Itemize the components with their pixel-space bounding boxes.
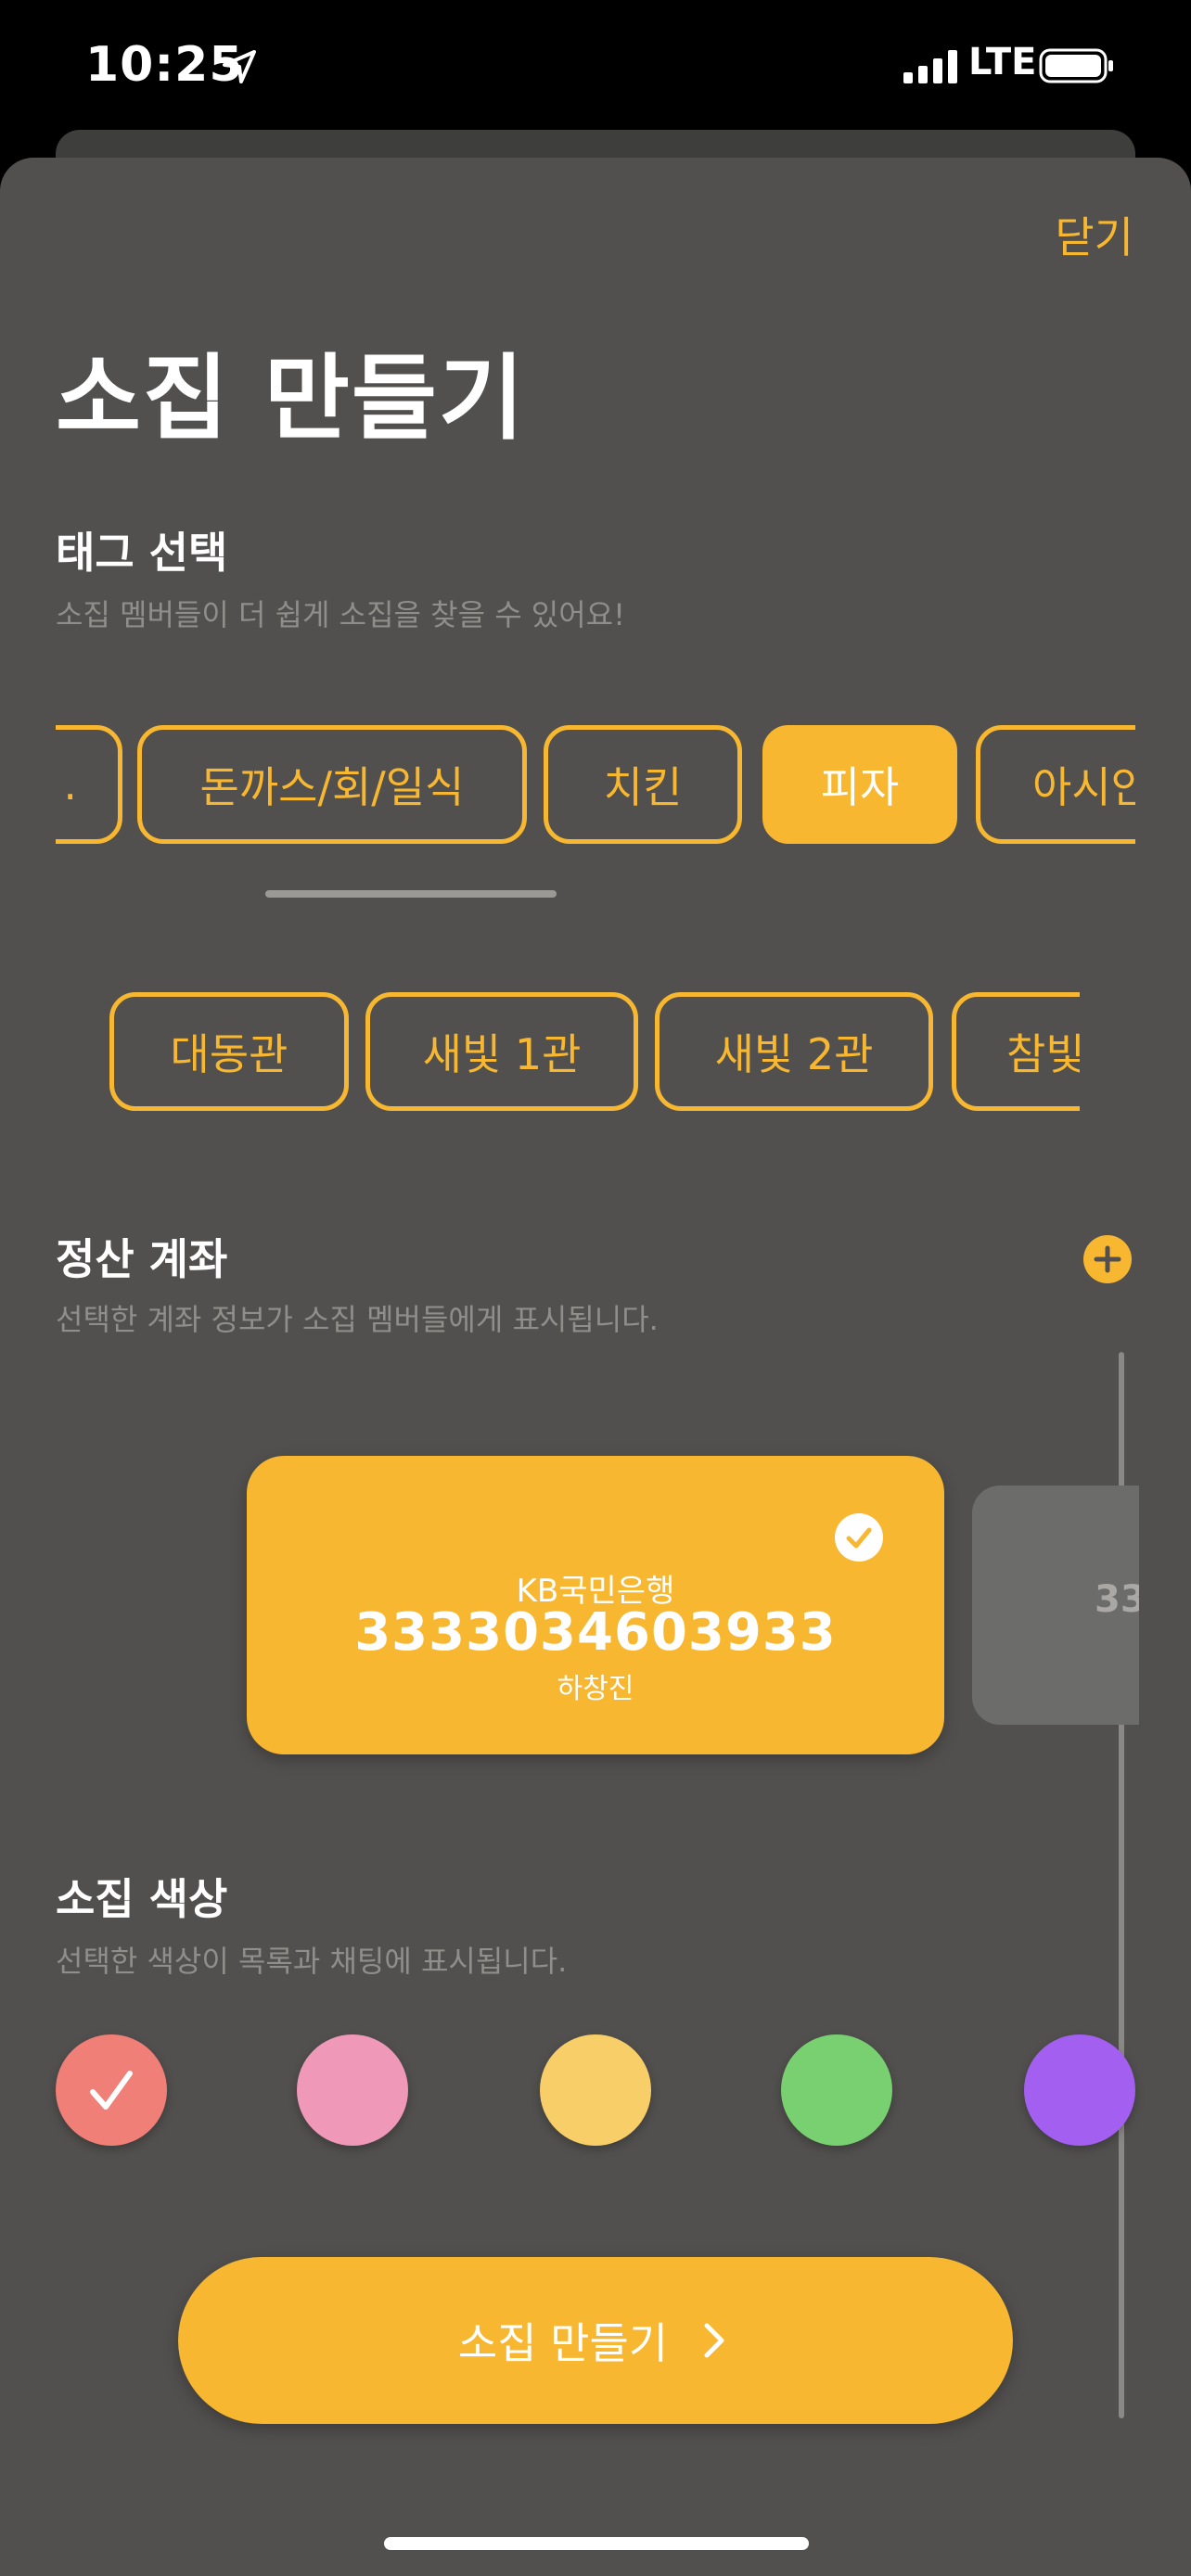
place-tag-row[interactable]: 대동관 새빛 1관 새빛 2관 참빛관 bbox=[109, 992, 1080, 1111]
status-bar: 10:25 LTE bbox=[0, 0, 1191, 130]
color-swatch-selected[interactable] bbox=[56, 2034, 167, 2146]
check-icon bbox=[90, 2071, 133, 2110]
location-arrow-icon bbox=[223, 50, 256, 83]
color-swatch[interactable] bbox=[540, 2034, 651, 2146]
tag-chip[interactable]: 새빛 1관 bbox=[365, 992, 638, 1111]
food-tag-row[interactable]: . 돈까스/회/일식 치킨 피자 아시안 bbox=[56, 725, 1135, 844]
account-holder: 하창진 bbox=[557, 1673, 634, 1705]
tag-section-subtitle: 소집 멤버들이 더 쉽게 소집을 찾을 수 있어요! bbox=[56, 597, 625, 632]
account-card[interactable]: 33 bbox=[972, 1486, 1139, 1725]
horizontal-scroll-indicator bbox=[265, 890, 557, 898]
tag-section-title: 태그 선택 bbox=[56, 528, 228, 578]
plus-icon bbox=[1094, 1245, 1121, 1273]
color-swatch[interactable] bbox=[1024, 2034, 1135, 2146]
create-button-label: 소집 만들기 bbox=[457, 2318, 669, 2368]
tag-chip[interactable]: 돈까스/회/일식 bbox=[137, 725, 527, 844]
account-section-subtitle: 선택한 계좌 정보가 소집 멤버들에게 표시됩니다. bbox=[56, 1302, 659, 1337]
create-sheet: 닫기 소집 만들기 태그 선택 소집 멤버들이 더 쉽게 소집을 찾을 수 있어… bbox=[0, 158, 1191, 2576]
account-section-title: 정산 계좌 bbox=[56, 1234, 228, 1284]
tag-chip[interactable]: 아시안 bbox=[976, 725, 1135, 844]
signal-icon bbox=[903, 50, 957, 83]
color-section-subtitle: 선택한 색상이 목록과 채팅에 표시됩니다. bbox=[56, 1944, 568, 1979]
chevron-right-icon bbox=[704, 2323, 724, 2358]
tag-chip[interactable]: 치킨 bbox=[544, 725, 742, 844]
network-type: LTE bbox=[968, 41, 1037, 83]
color-section-title: 소집 색상 bbox=[56, 1874, 228, 1924]
tag-chip[interactable]: 참빛관 bbox=[952, 992, 1080, 1111]
tag-chip[interactable]: 새빛 2관 bbox=[655, 992, 933, 1111]
tag-chip[interactable]: . bbox=[56, 725, 122, 844]
page-title: 소집 만들기 bbox=[56, 344, 526, 453]
close-button[interactable]: 닫기 bbox=[1055, 204, 1133, 265]
tag-chip[interactable]: 대동관 bbox=[109, 992, 349, 1111]
add-account-button[interactable] bbox=[1083, 1235, 1132, 1283]
account-number: 33 bbox=[1095, 1578, 1139, 1621]
home-indicator[interactable] bbox=[384, 2537, 809, 2550]
account-card-selected[interactable]: KB국민은행 3333034603933 하창진 bbox=[247, 1456, 944, 1754]
battery-icon bbox=[1039, 48, 1113, 83]
check-icon bbox=[835, 1513, 883, 1562]
color-swatch[interactable] bbox=[297, 2034, 408, 2146]
create-button[interactable]: 소집 만들기 bbox=[178, 2257, 1013, 2424]
tag-chip-selected[interactable]: 피자 bbox=[762, 725, 957, 844]
account-number: 3333034603933 bbox=[354, 1602, 837, 1663]
color-swatch[interactable] bbox=[781, 2034, 892, 2146]
